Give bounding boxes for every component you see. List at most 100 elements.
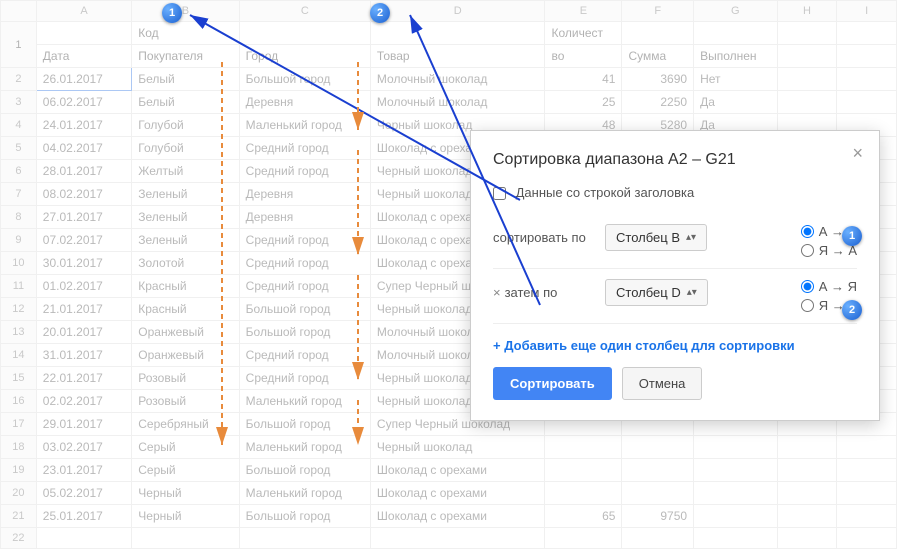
cell-C7[interactable]: Деревня <box>239 183 370 206</box>
cell-B12[interactable]: Красный <box>132 298 239 321</box>
cell-A17[interactable]: 29.01.2017 <box>36 413 131 436</box>
cell-empty[interactable] <box>132 528 239 549</box>
sort-column-2-dropdown[interactable]: Столбец D ▴▾ <box>605 279 708 306</box>
add-sort-column-link[interactable]: + Добавить еще один столбец для сортиров… <box>493 338 857 353</box>
cell-B13[interactable]: Оранжевый <box>132 321 239 344</box>
cell-B14[interactable]: Оранжевый <box>132 344 239 367</box>
cell-E18[interactable] <box>545 436 622 459</box>
cell-A20[interactable]: 05.02.2017 <box>36 482 131 505</box>
cell-G21[interactable] <box>694 505 778 528</box>
cell-C9[interactable]: Средний город <box>239 229 370 252</box>
cell-A12[interactable]: 21.01.2017 <box>36 298 131 321</box>
cell-A21[interactable]: 25.01.2017 <box>36 505 131 528</box>
cell-B3[interactable]: Белый <box>132 91 239 114</box>
cell-A10[interactable]: 30.01.2017 <box>36 252 131 275</box>
cell-C17[interactable]: Большой город <box>239 413 370 436</box>
cell-B16[interactable]: Розовый <box>132 390 239 413</box>
header-cell[interactable]: Дата <box>36 45 131 68</box>
cell-D2[interactable]: Молочный шоколад <box>370 68 545 91</box>
header-cell[interactable] <box>239 22 370 45</box>
cell-C15[interactable]: Средний город <box>239 367 370 390</box>
cell-H21[interactable] <box>777 505 837 528</box>
cell-C10[interactable]: Средний город <box>239 252 370 275</box>
col-header-G[interactable]: G <box>694 1 778 22</box>
row-header-12[interactable]: 12 <box>1 298 37 321</box>
cell-C11[interactable]: Средний город <box>239 275 370 298</box>
cell-C16[interactable]: Маленький город <box>239 390 370 413</box>
row-header-6[interactable]: 6 <box>1 160 37 183</box>
header-cell[interactable] <box>777 22 837 45</box>
cell-D21[interactable]: Шоколад с орехами <box>370 505 545 528</box>
cell-empty[interactable] <box>545 528 622 549</box>
cell-empty[interactable] <box>36 528 131 549</box>
cell-E21[interactable]: 65 <box>545 505 622 528</box>
row-header-15[interactable]: 15 <box>1 367 37 390</box>
header-cell[interactable] <box>837 22 897 45</box>
header-cell[interactable]: Количест <box>545 22 622 45</box>
cell-I3[interactable] <box>837 91 897 114</box>
header-cell[interactable] <box>837 45 897 68</box>
cell-A15[interactable]: 22.01.2017 <box>36 367 131 390</box>
col-header-D[interactable]: D <box>370 1 545 22</box>
cell-I21[interactable] <box>837 505 897 528</box>
row-header-9[interactable]: 9 <box>1 229 37 252</box>
col-header-A[interactable]: A <box>36 1 131 22</box>
cell-G18[interactable] <box>694 436 778 459</box>
cell-empty[interactable] <box>837 528 897 549</box>
cell-empty[interactable] <box>239 528 370 549</box>
cell-C18[interactable]: Маленький город <box>239 436 370 459</box>
cell-A13[interactable]: 20.01.2017 <box>36 321 131 344</box>
cell-F18[interactable] <box>622 436 694 459</box>
cell-G19[interactable] <box>694 459 778 482</box>
row-header-20[interactable]: 20 <box>1 482 37 505</box>
cell-C20[interactable]: Маленький город <box>239 482 370 505</box>
cell-H19[interactable] <box>777 459 837 482</box>
header-cell[interactable]: Выполнен <box>694 45 778 68</box>
row-header-4[interactable]: 4 <box>1 114 37 137</box>
cell-I2[interactable] <box>837 68 897 91</box>
cell-B18[interactable]: Серый <box>132 436 239 459</box>
row-header-7[interactable]: 7 <box>1 183 37 206</box>
cell-B11[interactable]: Красный <box>132 275 239 298</box>
cell-empty[interactable] <box>622 528 694 549</box>
col-header-B[interactable]: B <box>132 1 239 22</box>
cell-B10[interactable]: Золотой <box>132 252 239 275</box>
cell-I19[interactable] <box>837 459 897 482</box>
cell-H3[interactable] <box>777 91 837 114</box>
row-header-16[interactable]: 16 <box>1 390 37 413</box>
row-header-5[interactable]: 5 <box>1 137 37 160</box>
cell-G20[interactable] <box>694 482 778 505</box>
cell-A18[interactable]: 03.02.2017 <box>36 436 131 459</box>
cell-A2[interactable]: 26.01.2017 <box>36 68 131 91</box>
cell-B17[interactable]: Серебряный <box>132 413 239 436</box>
row-header-19[interactable]: 19 <box>1 459 37 482</box>
sort-button[interactable]: Сортировать <box>493 367 612 400</box>
cell-C13[interactable]: Большой город <box>239 321 370 344</box>
cell-C5[interactable]: Средний город <box>239 137 370 160</box>
cell-F2[interactable]: 3690 <box>622 68 694 91</box>
header-cell[interactable] <box>777 45 837 68</box>
cell-D19[interactable]: Шоколад с орехами <box>370 459 545 482</box>
cell-C12[interactable]: Большой город <box>239 298 370 321</box>
cell-A19[interactable]: 23.01.2017 <box>36 459 131 482</box>
cancel-button[interactable]: Отмена <box>622 367 703 400</box>
sort-column-1-dropdown[interactable]: Столбец B ▴▾ <box>605 224 707 251</box>
cell-D20[interactable]: Шоколад с орехами <box>370 482 545 505</box>
cell-B2[interactable]: Белый <box>132 68 239 91</box>
radio-asc-2[interactable]: А → Я <box>801 279 857 294</box>
cell-C8[interactable]: Деревня <box>239 206 370 229</box>
cell-E19[interactable] <box>545 459 622 482</box>
cell-F19[interactable] <box>622 459 694 482</box>
row-header-17[interactable]: 17 <box>1 413 37 436</box>
cell-empty[interactable] <box>370 528 545 549</box>
cell-I18[interactable] <box>837 436 897 459</box>
row-header-13[interactable]: 13 <box>1 321 37 344</box>
cell-B5[interactable]: Голубой <box>132 137 239 160</box>
cell-H2[interactable] <box>777 68 837 91</box>
cell-I20[interactable] <box>837 482 897 505</box>
row-header-2[interactable]: 2 <box>1 68 37 91</box>
header-cell[interactable]: Город <box>239 45 370 68</box>
row-header-8[interactable]: 8 <box>1 206 37 229</box>
cell-A9[interactable]: 07.02.2017 <box>36 229 131 252</box>
cell-H18[interactable] <box>777 436 837 459</box>
